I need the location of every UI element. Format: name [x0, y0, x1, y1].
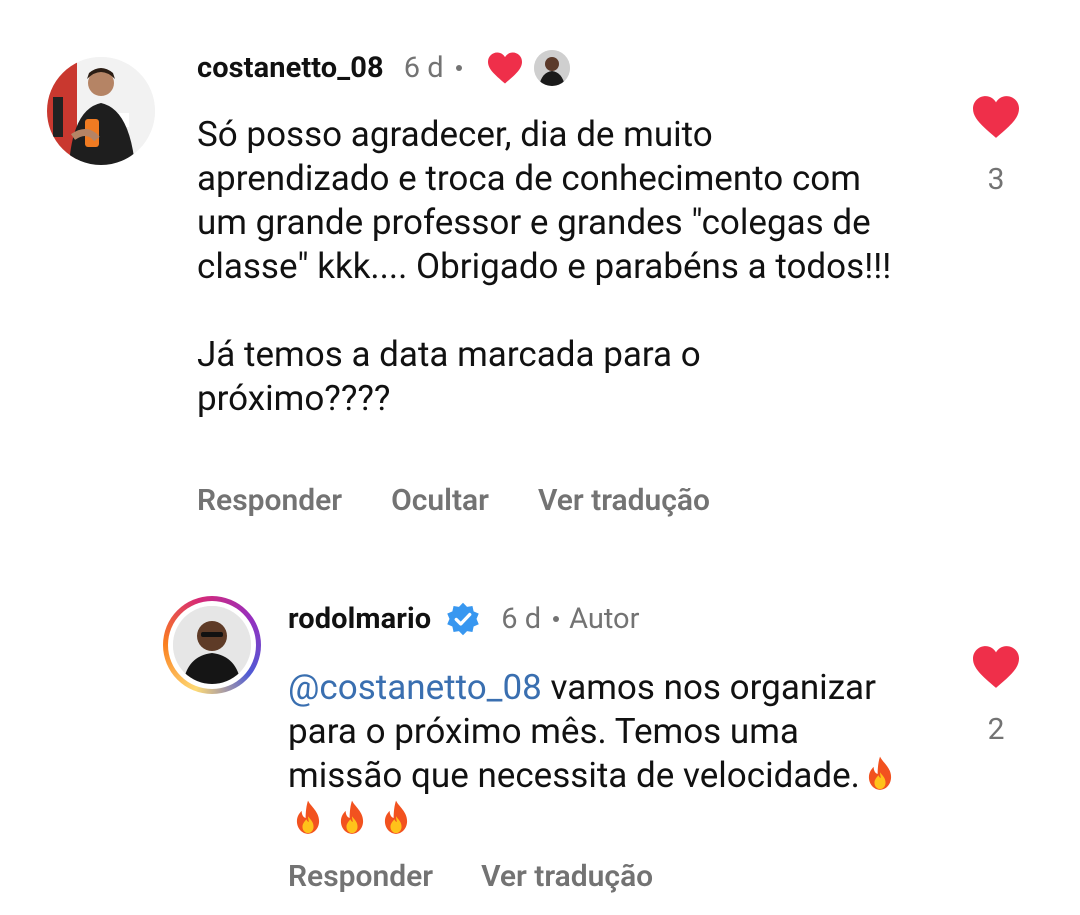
mention-link[interactable]: @costanetto_08 [288, 667, 542, 708]
like-column: 3 [968, 94, 1024, 197]
fire-emoji-icon [868, 756, 891, 790]
author-avatar [533, 50, 570, 86]
fire-emoji-icon [340, 800, 364, 834]
reply-button[interactable]: Responder [197, 483, 342, 518]
avatar-rodolmario[interactable] [163, 596, 261, 694]
separator-dot [455, 65, 462, 71]
avatar-photo [173, 606, 251, 684]
avatar-costanetto[interactable] [47, 57, 155, 165]
fire-emoji-icon [296, 800, 320, 834]
timestamp: 6 d [501, 602, 542, 636]
verified-badge-icon [447, 602, 479, 636]
avatar-photo [47, 57, 155, 165]
reply-text: @costanetto_08 vamos nos organizar para … [288, 666, 908, 842]
reply-button[interactable]: Responder [288, 859, 433, 894]
hide-button[interactable]: Ocultar [391, 483, 489, 518]
story-ring [168, 601, 256, 689]
comment-text: Só posso agradecer, dia de muito aprendi… [197, 114, 892, 419]
comment-header: costanetto_08 6 d [197, 46, 570, 90]
username[interactable]: rodolmario [288, 602, 431, 636]
reply-header: rodolmario 6 d Autor [288, 597, 639, 641]
heart-icon[interactable] [970, 644, 1022, 690]
like-count[interactable]: 3 [988, 162, 1005, 197]
author-liked-heart-icon [487, 52, 522, 84]
reply-actions: Responder Ver tradução [288, 859, 653, 894]
fire-emoji-icon [384, 800, 408, 834]
like-column: 2 [968, 644, 1024, 747]
see-translation-button[interactable]: Ver tradução [481, 859, 653, 894]
timestamp: 6 d [403, 51, 444, 85]
username[interactable]: costanetto_08 [197, 51, 384, 85]
heart-icon[interactable] [970, 94, 1022, 140]
author-label: Autor [569, 602, 640, 636]
separator-dot [553, 616, 560, 622]
like-count[interactable]: 2 [988, 712, 1005, 747]
see-translation-button[interactable]: Ver tradução [538, 483, 710, 518]
comment-actions: Responder Ocultar Ver tradução [197, 483, 710, 518]
